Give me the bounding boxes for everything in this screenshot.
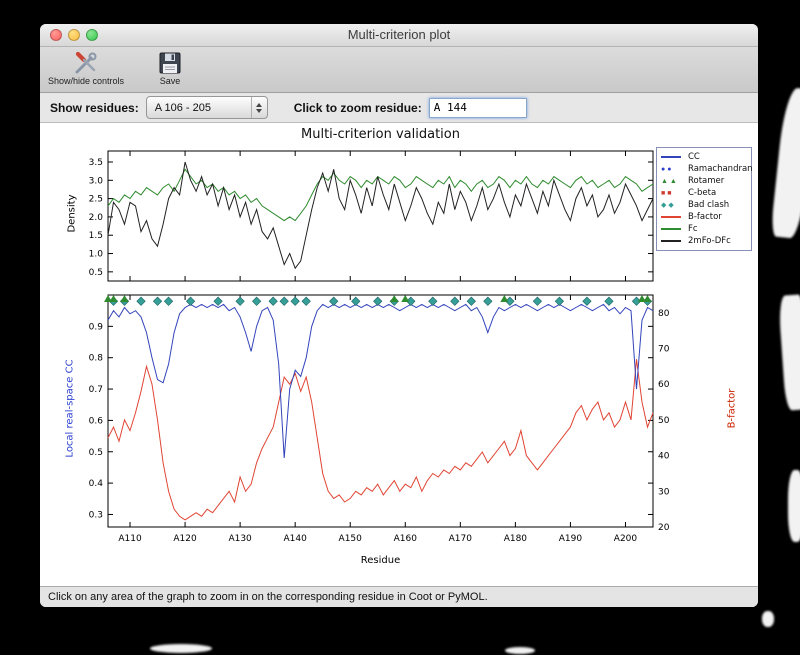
tools-icon <box>73 49 99 76</box>
stepper-arrows-icon <box>250 97 267 118</box>
legend-entry: ▲▲ Rotamer <box>661 175 747 187</box>
legend-entry: CC <box>661 151 747 163</box>
svg-text:0.4: 0.4 <box>89 479 104 489</box>
svg-text:20: 20 <box>658 523 670 533</box>
legend-entry: ●● Ramachandran <box>661 163 753 175</box>
desktop: { "window": { "title": "Multi-criterion … <box>0 0 800 655</box>
legend-marker-triangles-icon: ▲▲ <box>661 177 679 185</box>
svg-text:3.0: 3.0 <box>89 176 104 186</box>
show-hide-controls-label: Show/hide controls <box>48 76 125 86</box>
svg-text:40: 40 <box>658 452 670 462</box>
show-residues-value: A 106 - 205 <box>154 101 211 114</box>
toolbar: Show/hide controls Save <box>40 47 758 93</box>
legend-label: CC <box>688 152 700 162</box>
save-button[interactable]: Save <box>158 49 182 86</box>
svg-text:A160: A160 <box>394 534 418 544</box>
legend-marker-line-icon <box>661 216 685 218</box>
svg-text:3.5: 3.5 <box>89 158 103 168</box>
save-floppy-icon <box>158 49 182 76</box>
status-text: Click on any area of the graph to zoom i… <box>48 591 488 603</box>
svg-text:60: 60 <box>658 380 670 390</box>
svg-text:A150: A150 <box>339 534 363 544</box>
legend-marker-circles-icon: ●● <box>661 165 674 173</box>
legend-label: Fc <box>688 224 698 234</box>
legend-marker-line-icon <box>661 240 685 242</box>
svg-text:A180: A180 <box>504 534 528 544</box>
svg-text:50: 50 <box>658 416 670 426</box>
save-label: Save <box>159 76 181 86</box>
scan-artifact <box>770 86 800 240</box>
window-title: Multi-criterion plot <box>347 27 451 42</box>
legend-entry: Fc <box>661 223 747 235</box>
controls-bar: Show residues: A 106 - 205 Click to zoom… <box>40 93 758 123</box>
scan-artifact <box>788 470 800 542</box>
svg-text:A170: A170 <box>449 534 473 544</box>
svg-text:2.0: 2.0 <box>89 213 104 223</box>
status-bar: Click on any area of the graph to zoom i… <box>40 586 758 607</box>
legend-label: Ramachandran <box>688 164 753 174</box>
legend-entry: ◆◆ Bad clash <box>661 199 747 211</box>
legend-marker-line-icon <box>661 156 685 158</box>
legend-label: Rotamer <box>688 176 725 186</box>
legend-label: 2mFo-DFc <box>688 236 731 246</box>
legend-label: B-factor <box>688 212 722 222</box>
legend-entry: 2mFo-DFc <box>661 235 747 247</box>
show-hide-controls-button[interactable]: Show/hide controls <box>48 49 124 86</box>
bfactor-axis-label: B-factor <box>726 388 738 429</box>
svg-text:0.5: 0.5 <box>89 448 103 458</box>
legend-entry: B-factor <box>661 211 747 223</box>
legend-marker-diamonds-icon: ◆◆ <box>661 202 676 209</box>
svg-text:A120: A120 <box>173 534 197 544</box>
scan-artifact <box>778 294 800 411</box>
svg-text:A110: A110 <box>118 534 142 544</box>
svg-text:0.6: 0.6 <box>89 416 104 426</box>
svg-text:A130: A130 <box>228 534 252 544</box>
scan-artifact <box>150 644 212 653</box>
scan-artifact <box>762 611 774 627</box>
svg-text:0.5: 0.5 <box>89 268 103 278</box>
svg-text:2.5: 2.5 <box>89 195 103 205</box>
cc-bfactor-plot[interactable]: 0.3 0.4 0.5 0.6 0.7 0.8 0.9 20 30 40 50 60 70 80 A110 A… <box>64 289 713 577</box>
zoom-residue-input[interactable] <box>428 97 527 118</box>
show-residues-select[interactable]: A 106 - 205 <box>145 96 268 119</box>
svg-text:1.5: 1.5 <box>89 231 103 241</box>
svg-text:1.0: 1.0 <box>89 250 104 260</box>
scan-artifact <box>505 647 535 654</box>
chart-title: Multi-criterion validation <box>301 127 460 142</box>
zoom-residue-label: Click to zoom residue: <box>293 100 422 115</box>
svg-text:0.7: 0.7 <box>89 385 103 395</box>
app-window: Multi-criterion plot Show/hide controls <box>40 24 758 607</box>
svg-text:0.9: 0.9 <box>89 322 104 332</box>
show-residues-label: Show residues: <box>50 100 139 115</box>
svg-text:30: 30 <box>658 487 670 497</box>
svg-text:A200: A200 <box>614 534 638 544</box>
legend-label: C-beta <box>688 188 717 198</box>
title-bar[interactable]: Multi-criterion plot <box>40 24 758 47</box>
legend-marker-line-icon <box>661 228 685 230</box>
legend-label: Bad clash <box>688 200 730 210</box>
svg-text:0.3: 0.3 <box>89 510 103 520</box>
legend-marker-squares-icon: ■■ <box>661 189 674 197</box>
svg-text:A190: A190 <box>559 534 583 544</box>
svg-text:0.8: 0.8 <box>89 354 104 364</box>
figure[interactable]: Multi-criterion validation Density Local… <box>40 123 758 586</box>
svg-text:70: 70 <box>658 345 670 355</box>
legend: CC ●● Ramachandran ▲▲ Rotamer ■■ C-beta ◆◆ Bad c… <box>656 147 753 251</box>
svg-text:A140: A140 <box>283 534 307 544</box>
legend-entry: ■■ C-beta <box>661 187 747 199</box>
density-plot[interactable]: 0.5 1.0 1.5 2.0 2.5 3.0 3.5 <box>64 145 713 291</box>
svg-text:80: 80 <box>658 309 670 319</box>
